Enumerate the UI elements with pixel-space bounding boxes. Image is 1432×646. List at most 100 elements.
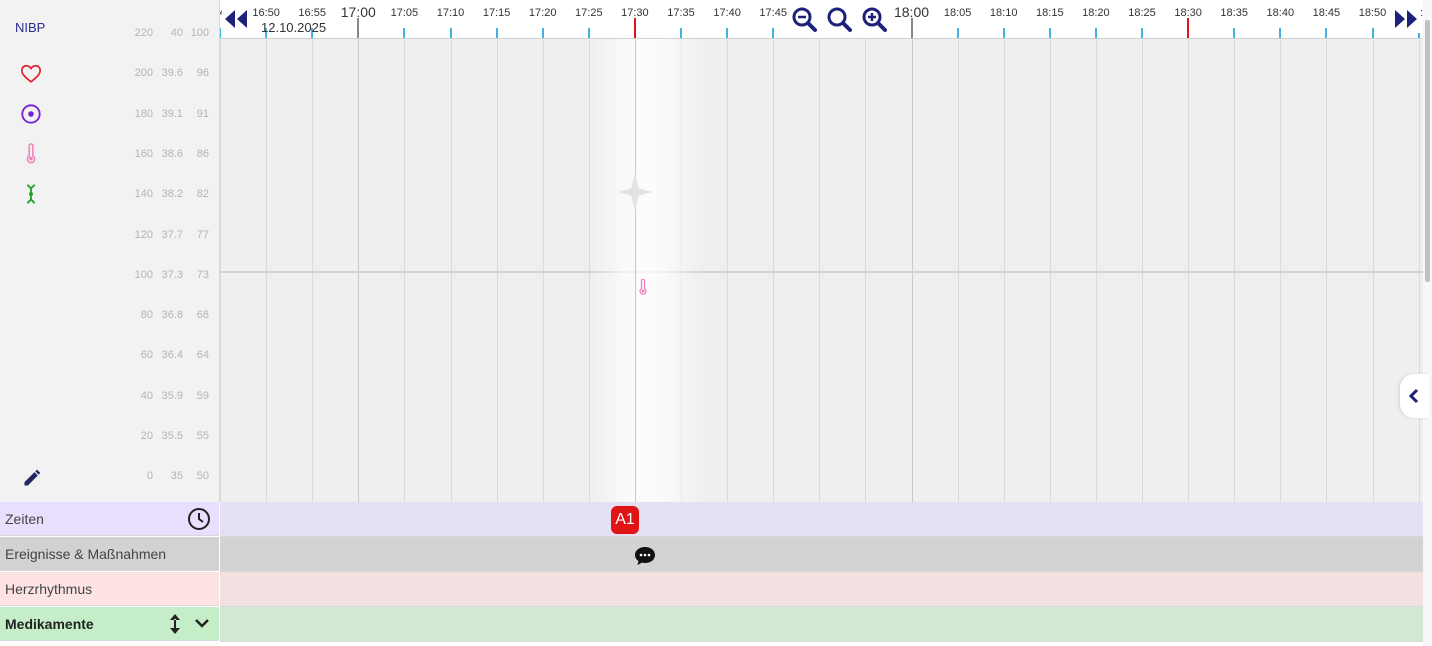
y-tick-label: 37.3 — [161, 268, 183, 281]
timeline-tick — [357, 18, 360, 38]
row-label-text: Zeiten — [5, 511, 44, 527]
y-tick-label: 60 — [140, 349, 153, 362]
y-tick-label: 140 — [134, 188, 153, 201]
time-marker-badge[interactable]: A1 — [611, 506, 639, 534]
timeline-label: 17:30 — [621, 7, 649, 19]
zoom-out-button[interactable] — [790, 5, 818, 33]
y-tick-label: 96 — [196, 67, 209, 80]
timeline-label: 18:00 — [893, 4, 930, 20]
y-tick-label: 73 — [196, 268, 209, 281]
y-tick-label: 80 — [140, 309, 153, 322]
rewind-icon — [225, 10, 247, 28]
timeline-tick — [1325, 28, 1328, 38]
temperature-marker-icon[interactable] — [637, 279, 649, 295]
timeline-label: 18:05 — [943, 7, 972, 19]
vertical-scrollbar[interactable] — [1425, 20, 1430, 282]
respiration-icon[interactable] — [20, 183, 42, 205]
y-tick-label: 160 — [134, 147, 153, 160]
row-label-herzrhythmus[interactable]: Herzrhythmus — [0, 572, 219, 606]
timeline-label: 17:10 — [436, 7, 465, 19]
y-tick-label: 36.8 — [161, 309, 183, 322]
timeline-tick — [772, 28, 775, 38]
timeline-tick — [910, 18, 913, 38]
thermometer-icon[interactable] — [20, 143, 42, 165]
timeline-date: 12.10.2025 — [261, 20, 327, 35]
heart-icon[interactable] — [20, 63, 42, 85]
row-label-text: Ereignisse & Maßnahmen — [5, 546, 167, 562]
zoom-in-button[interactable] — [860, 5, 888, 33]
row-label-zeiten[interactable]: Zeiten — [0, 502, 219, 536]
y-tick-label: 59 — [196, 389, 209, 402]
timeline-tick — [587, 28, 590, 38]
target-icon[interactable] — [20, 103, 42, 125]
pencil-icon[interactable] — [22, 468, 42, 488]
timeline-tick — [1094, 28, 1097, 38]
y-tick-label: 64 — [196, 349, 209, 362]
timeline-tick — [633, 18, 636, 38]
comment-icon[interactable] — [633, 545, 657, 567]
timeline-label: 17:25 — [575, 7, 603, 19]
clock-icon[interactable] — [187, 507, 211, 531]
y-tick-label: 38.2 — [161, 188, 183, 201]
timeline-label: 17:00 — [340, 4, 376, 20]
y-tick-label: 40 — [170, 27, 183, 39]
chevron-left-icon — [1408, 388, 1419, 404]
y-tick-label: 91 — [196, 107, 209, 120]
timeline-label: 17:15 — [482, 7, 511, 19]
y-tick-label: 77 — [196, 228, 209, 241]
timeline-tick — [956, 28, 959, 38]
row-band-ereignisse[interactable] — [220, 537, 1423, 572]
timeline-label: 18:20 — [1082, 7, 1110, 19]
timeline-label: 16:50 — [252, 7, 280, 19]
row-label-text: Medikamente — [5, 616, 94, 632]
row-label-text: Herzrhythmus — [5, 581, 93, 597]
timeline-label: 18:40 — [1266, 7, 1295, 19]
y-tick-label: 220 — [134, 27, 153, 39]
zoom-in-icon — [862, 7, 887, 32]
timeline-label: 17:45 — [759, 7, 787, 19]
chevron-down-icon[interactable] — [194, 617, 210, 631]
collapse-panel-button[interactable] — [1400, 374, 1430, 418]
timeline-tick — [1187, 18, 1190, 38]
timeline-label: 17:05 — [390, 7, 419, 19]
y-tick-label: 40 — [140, 389, 153, 402]
y-tick-label: 100 — [190, 27, 209, 39]
anesthesia-chart-app: NIBP 220 200 180 160 140 120 100 80 60 40 20 0 40 39.… — [0, 0, 1432, 646]
timeline-tick — [220, 28, 221, 38]
vitals-sidebar: NIBP 220 200 180 160 140 120 100 80 60 40 20 0 40 39.… — [0, 0, 220, 502]
y-tick-label: 120 — [134, 228, 153, 241]
timeline-tick — [1048, 28, 1051, 38]
row-band-zeiten[interactable] — [220, 502, 1423, 537]
timeline-label: 16:55 — [298, 7, 326, 19]
row-label-medikamente[interactable]: Medikamente — [0, 607, 219, 641]
rewind-button[interactable] — [222, 5, 250, 33]
y-tick-label: 50 — [196, 470, 209, 483]
timeline-tick — [1233, 28, 1236, 38]
timeline-tick — [495, 28, 498, 38]
timeline-header[interactable]: :4516:5016:5517:0017:0517:1017:1517:2017… — [220, 0, 1423, 39]
row-band-medikamente[interactable] — [220, 607, 1423, 642]
timeline-tick — [449, 28, 452, 38]
nibp-label[interactable]: NIBP — [15, 20, 45, 35]
y-tick-label: 38.6 — [161, 147, 183, 160]
row-band-herzrhythmus[interactable] — [220, 572, 1423, 607]
timeline-tick — [1279, 28, 1282, 38]
y-tick-label: 39.6 — [161, 67, 183, 80]
timeline-label: 18:30 — [1174, 7, 1202, 19]
y-tick-label: 35 — [170, 470, 183, 483]
timeline-tick — [1141, 28, 1143, 38]
timeline-label: 17:35 — [667, 7, 695, 19]
zoom-reset-button[interactable] — [825, 5, 853, 33]
timeline-tick — [403, 28, 406, 38]
timeline-label: 17:40 — [713, 7, 741, 19]
y-tick-label: 37.7 — [161, 228, 183, 241]
y-tick-label: 39.1 — [161, 107, 183, 120]
y-tick-label: 55 — [196, 430, 209, 442]
y-tick-label: 82 — [196, 188, 209, 201]
zoom-out-icon — [792, 7, 817, 32]
row-label-ereignisse[interactable]: Ereignisse & Maßnahmen — [0, 537, 219, 571]
resize-vertical-icon[interactable] — [166, 612, 184, 636]
zoom-reset-icon — [827, 7, 852, 32]
fast-forward-button[interactable] — [1392, 5, 1420, 33]
y-tick-label: 35.5 — [161, 430, 183, 442]
